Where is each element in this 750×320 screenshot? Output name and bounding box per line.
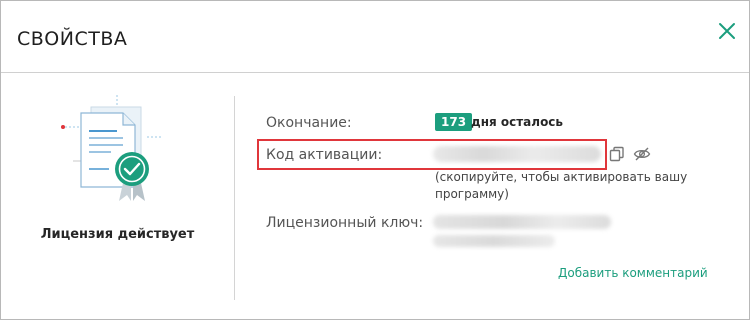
activation-code-value bbox=[433, 146, 601, 162]
license-key-value bbox=[433, 215, 611, 229]
eye-slash-icon[interactable] bbox=[633, 146, 651, 162]
license-status: Лицензия действует bbox=[40, 227, 195, 242]
activation-code-label: Код активации: bbox=[266, 147, 383, 163]
add-comment-link[interactable]: Добавить комментарий bbox=[558, 266, 708, 280]
days-remaining-badge: 173 bbox=[435, 113, 473, 131]
end-date-label: Окончание: bbox=[266, 115, 352, 131]
activation-code-hint: (скопируйте, чтобы активировать вашу про… bbox=[435, 170, 688, 201]
license-key-value-line2 bbox=[433, 235, 555, 247]
license-key-label: Лицензионный ключ: bbox=[266, 215, 424, 231]
dialog-header: СВОЙСТВА bbox=[1, 1, 749, 73]
days-remaining-text: дня осталось bbox=[471, 115, 564, 129]
vertical-divider bbox=[234, 96, 235, 300]
properties-dialog: СВОЙСТВА Лицензия действует Окончание: 1… bbox=[0, 0, 750, 320]
close-icon[interactable] bbox=[715, 19, 739, 43]
license-summary: Лицензия действует bbox=[1, 75, 234, 315]
copy-icon[interactable] bbox=[609, 146, 625, 162]
dialog-title: СВОЙСТВА bbox=[17, 28, 128, 50]
license-certificate-icon bbox=[61, 91, 171, 203]
